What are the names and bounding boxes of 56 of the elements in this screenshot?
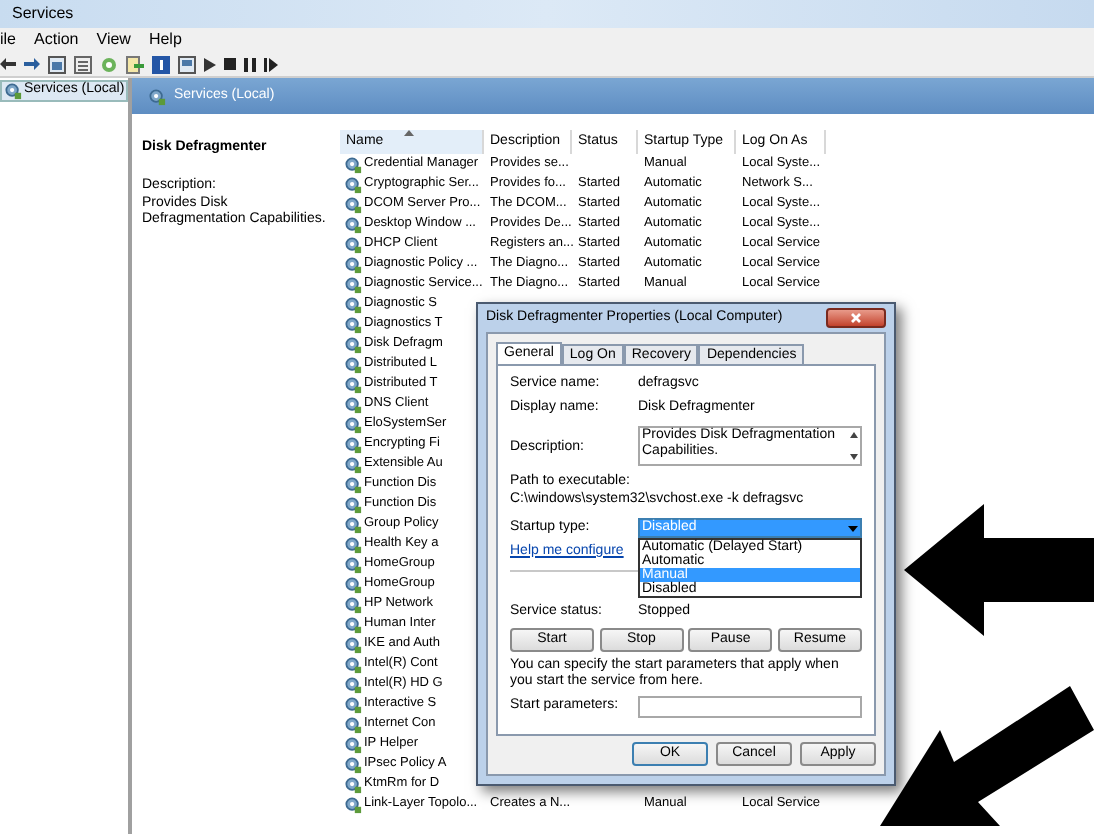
export-icon[interactable]	[126, 55, 144, 73]
menu-item[interactable]: Help	[148, 28, 182, 52]
service-gear-icon	[344, 795, 362, 813]
restart-icon[interactable]	[264, 57, 278, 71]
service-gear-icon	[344, 375, 362, 393]
caret-icon	[848, 525, 858, 531]
service-gear-icon	[344, 215, 362, 233]
service-gear-icon	[344, 275, 362, 293]
service-gear-icon	[344, 195, 362, 213]
service-gear-icon	[148, 87, 166, 105]
service-gear-icon	[344, 295, 362, 313]
forward-arrow-icon[interactable]	[24, 56, 40, 72]
window-title: Services	[12, 2, 74, 26]
service-gear-icon	[344, 315, 362, 333]
service-gear-icon	[344, 615, 362, 633]
properties-icon[interactable]	[178, 55, 196, 73]
service-gear-icon	[344, 475, 362, 493]
service-gear-icon	[344, 675, 362, 693]
list-view-icon[interactable]	[74, 55, 92, 73]
console-tree-icon[interactable]	[48, 55, 66, 73]
menu-item[interactable]: View	[96, 28, 131, 52]
service-gear-icon	[4, 82, 22, 100]
service-gear-icon	[344, 715, 362, 733]
service-gear-icon	[344, 595, 362, 613]
close-button[interactable]	[826, 308, 886, 328]
refresh-icon[interactable]	[100, 55, 118, 73]
service-gear-icon	[344, 635, 362, 653]
back-arrow-icon[interactable]	[0, 56, 16, 72]
service-gear-icon	[344, 515, 362, 533]
start-parameters-field[interactable]	[638, 696, 862, 718]
service-gear-icon	[344, 535, 362, 553]
service-gear-icon	[344, 555, 362, 573]
service-gear-icon	[344, 575, 362, 593]
service-gear-icon	[344, 735, 362, 753]
service-gear-icon	[344, 695, 362, 713]
service-gear-icon	[344, 435, 362, 453]
service-gear-icon	[344, 775, 362, 793]
service-gear-icon	[344, 655, 362, 673]
service-gear-icon	[344, 455, 362, 473]
service-gear-icon	[344, 755, 362, 773]
sort-arrow-icon	[404, 130, 414, 136]
menu-item[interactable]: Action	[34, 28, 79, 52]
service-gear-icon	[344, 155, 362, 173]
service-gear-icon	[344, 355, 362, 373]
service-gear-icon	[344, 235, 362, 253]
service-gear-icon	[344, 415, 362, 433]
close-icon	[850, 312, 862, 324]
service-gear-icon	[344, 255, 362, 273]
pause-icon[interactable]	[244, 57, 256, 71]
play-icon[interactable]	[204, 57, 216, 71]
service-gear-icon	[344, 335, 362, 353]
service-gear-icon	[344, 495, 362, 513]
menu-item[interactable]: ile	[0, 28, 17, 52]
scrollbar-arrows-icon	[846, 428, 860, 464]
service-gear-icon	[344, 175, 362, 193]
service-gear-icon	[344, 395, 362, 413]
